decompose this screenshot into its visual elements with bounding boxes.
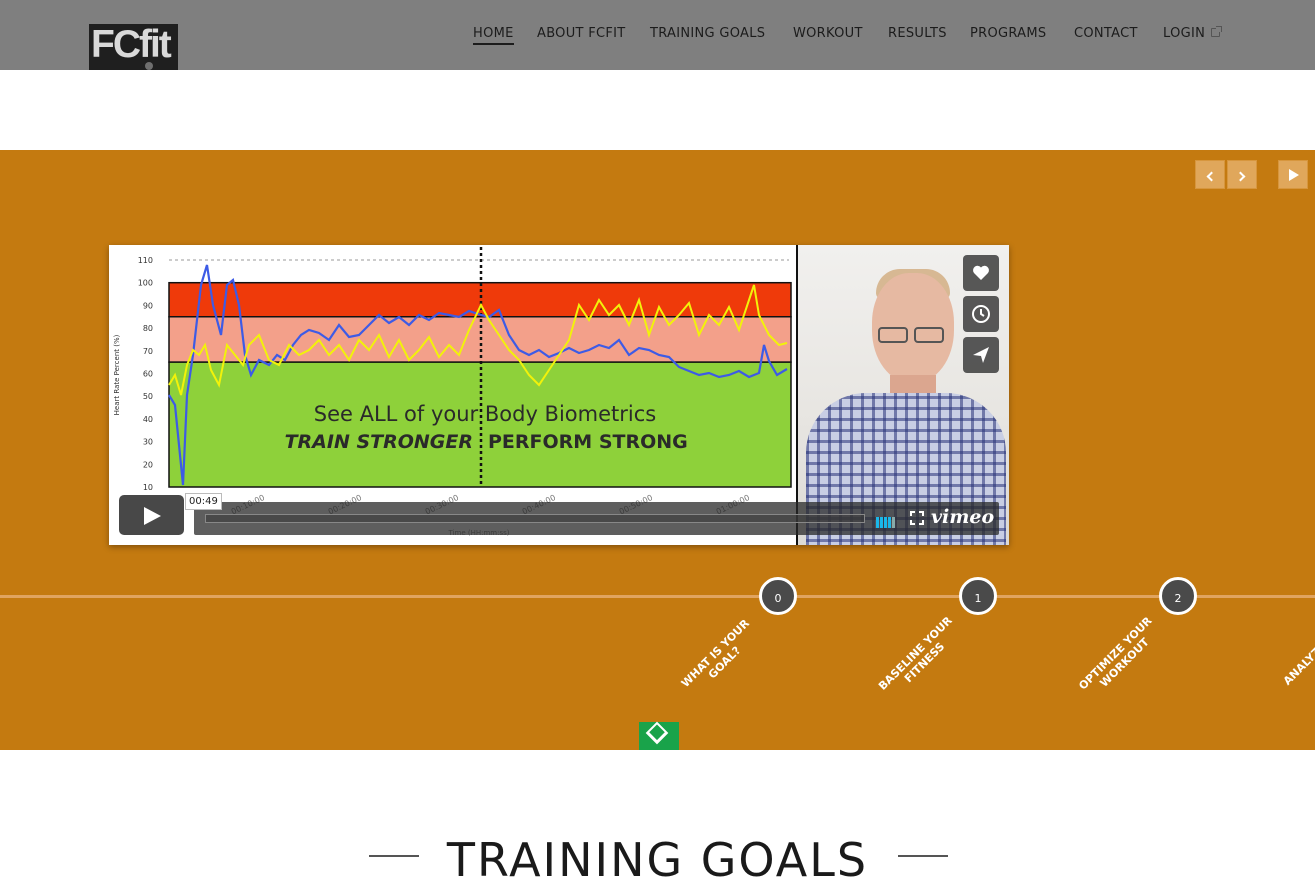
nav-about[interactable]: ABOUT FCFIT <box>537 26 626 46</box>
overlay-line-2-right: PERFORM STRONG <box>488 431 688 453</box>
watch-later-button[interactable] <box>963 296 999 332</box>
chart-y-tick: 20 <box>143 460 153 469</box>
chart-y-label: Heart Rate Percent (%) <box>113 334 121 415</box>
volume-control[interactable] <box>876 513 900 528</box>
slider-prev-button[interactable] <box>1195 160 1225 189</box>
nav-home[interactable]: HOME <box>473 26 514 46</box>
chevron-left-icon <box>1206 171 1217 182</box>
nav-programs[interactable]: PROGRAMS <box>970 26 1046 46</box>
vimeo-logo[interactable]: vimeo <box>931 506 994 528</box>
timeline-track <box>0 595 1315 598</box>
site-header: FCfit HOME ABOUT FCFIT TRAINING GOALS WO… <box>0 0 1315 70</box>
nav-login[interactable]: LOGIN <box>1163 26 1223 46</box>
share-button[interactable] <box>963 337 999 373</box>
external-link-icon <box>1211 26 1223 37</box>
slider-next-button[interactable] <box>1227 160 1257 189</box>
chart-y-tick: 30 <box>143 438 153 447</box>
timeline-step-2[interactable]: 2 <box>1159 577 1197 615</box>
send-icon <box>973 347 989 363</box>
timeline-step-0[interactable]: 0 <box>759 577 797 615</box>
chart-y-tick: 10 <box>143 483 153 492</box>
nav-contact[interactable]: CONTACT <box>1074 26 1138 46</box>
chart-zone-0 <box>168 281 792 318</box>
nav-training-goals[interactable]: TRAINING GOALS <box>650 26 765 46</box>
section-title: TRAINING GOALS <box>446 833 869 887</box>
timeline-step-1[interactable]: 1 <box>959 577 997 615</box>
chart-y-tick: 100 <box>138 279 153 288</box>
logo-text: FCfit <box>91 24 172 66</box>
overlay-line-2-left: TRAIN STRONGER <box>285 431 473 453</box>
heart-icon <box>973 265 989 280</box>
chart-y-tick: 80 <box>143 324 153 333</box>
fullscreen-icon[interactable] <box>910 511 924 525</box>
timeline-label-1[interactable]: BASELINE YOUR FITNESS <box>872 610 968 706</box>
like-button[interactable] <box>963 255 999 291</box>
play-icon <box>144 507 161 525</box>
chart-y-tick: 60 <box>143 370 153 379</box>
video-player[interactable]: 110100908070605040302010 00:10:0000:20:0… <box>109 245 1009 545</box>
clock-icon <box>972 305 990 323</box>
slider-play-button[interactable] <box>1278 160 1308 189</box>
hero-slider: 110100908070605040302010 00:10:0000:20:0… <box>0 150 1315 750</box>
scroll-down-button[interactable] <box>639 721 679 750</box>
time-tooltip: 00:49 <box>185 493 222 510</box>
chart-y-tick: 70 <box>143 347 153 356</box>
video-control-bar: vimeo <box>194 502 999 535</box>
title-rule-right <box>898 855 948 857</box>
chart-y-tick: 40 <box>143 415 153 424</box>
chevron-down-icon <box>645 721 669 745</box>
play-icon <box>1289 169 1299 181</box>
video-progress-bar[interactable] <box>205 514 865 523</box>
timeline-label-2[interactable]: OPTIMIZE YOUR WORKOUT <box>1072 610 1168 706</box>
chevron-right-icon <box>1235 171 1246 182</box>
nav-workout[interactable]: WORKOUT <box>793 26 863 46</box>
chart-y-tick: 90 <box>143 301 153 310</box>
chart-y-tick: 50 <box>143 392 153 401</box>
video-play-button[interactable] <box>119 495 184 535</box>
logo-figure <box>145 62 153 70</box>
nav-results[interactable]: RESULTS <box>888 26 947 46</box>
logo[interactable]: FCfit <box>89 24 178 70</box>
overlay-line-1: See ALL of your Body Biometrics <box>314 402 656 426</box>
timeline-label-3[interactable]: ANALYZE NOW <box>1274 608 1315 695</box>
timeline-label-0[interactable]: WHAT IS YOUR GOAL? <box>672 610 768 706</box>
chart-y-tick: 110 <box>138 256 153 265</box>
